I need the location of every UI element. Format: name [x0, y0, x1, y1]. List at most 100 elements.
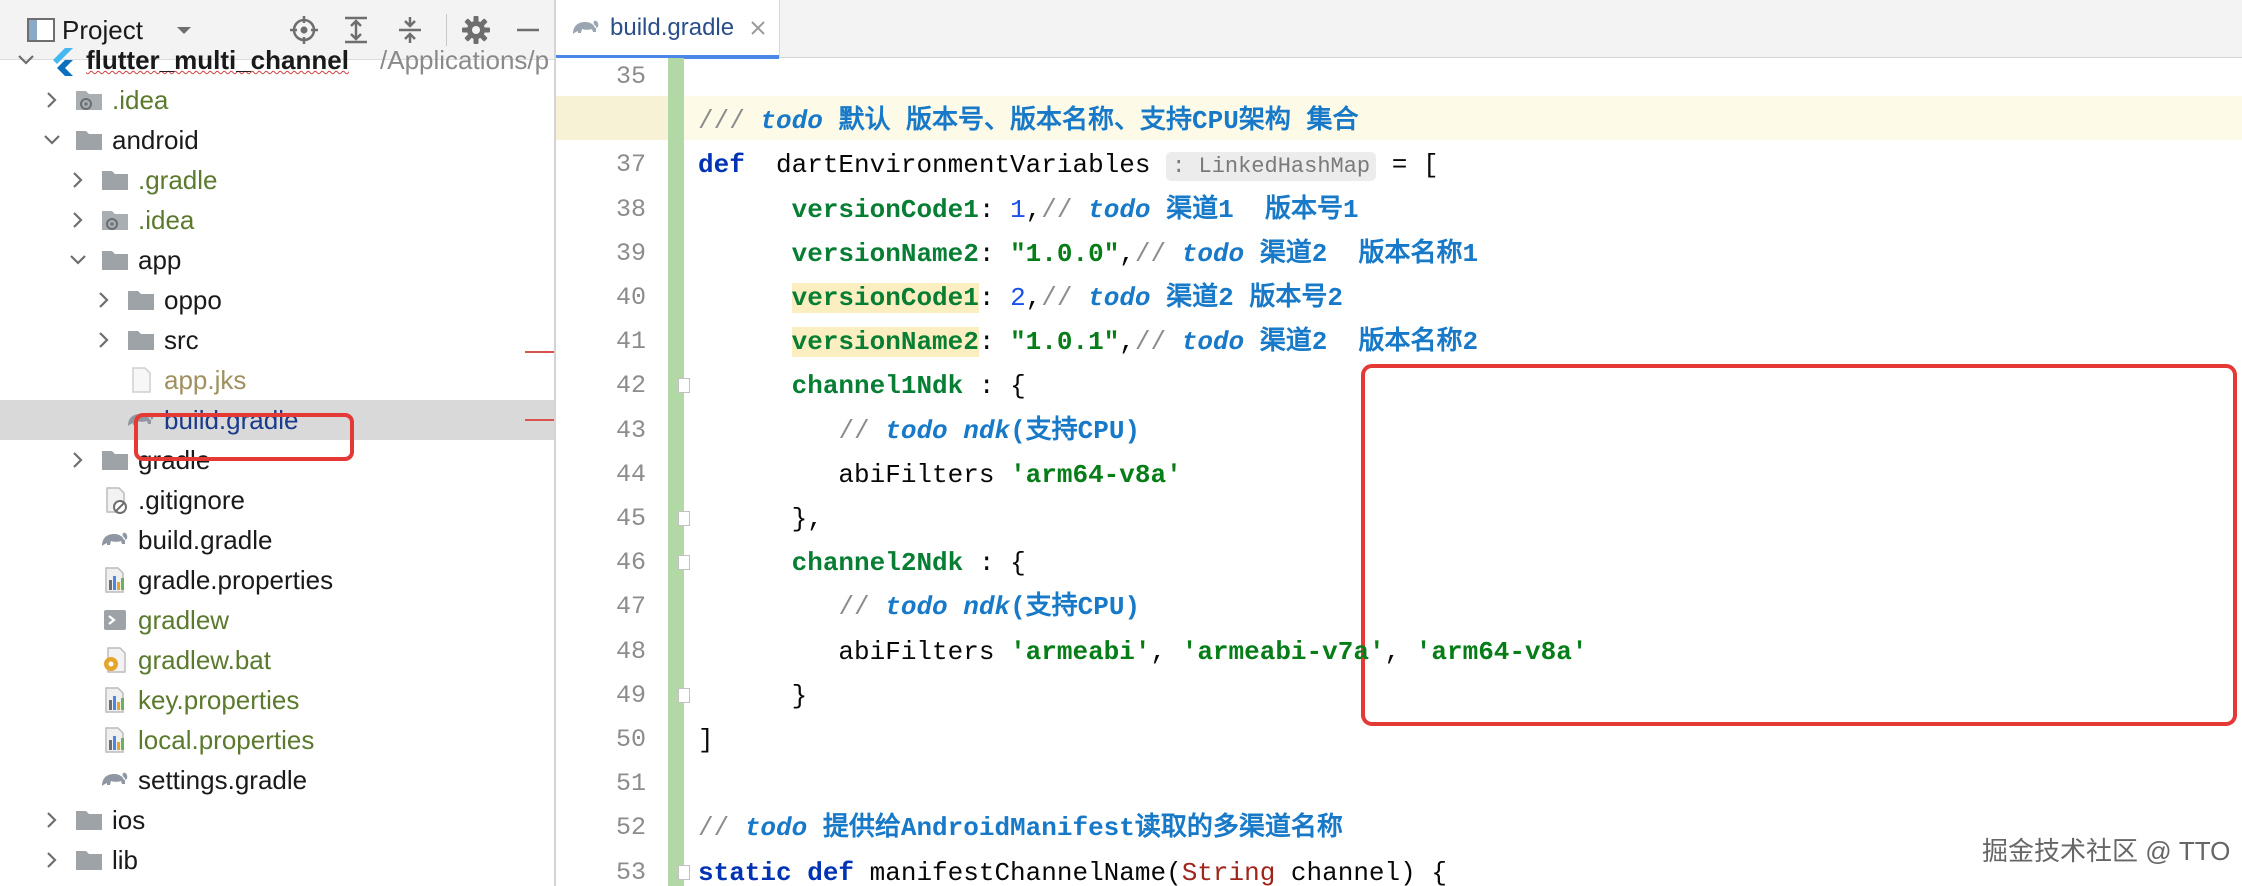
line-number: 35 [615, 62, 646, 91]
code-line[interactable]: ] [698, 718, 714, 762]
tree-item-gradle-properties[interactable]: gradle.properties [0, 560, 554, 600]
tree-item-flutter-multi-channel[interactable]: flutter_multi_channel/Applications/p [0, 40, 554, 80]
tree-item-label: build.gradle [138, 525, 273, 555]
tree-item-gitignore[interactable]: .gitignore [0, 480, 554, 520]
chevron-right-icon[interactable] [94, 290, 114, 310]
tree-item-idea[interactable]: .idea [0, 200, 554, 240]
code-token: , [1384, 636, 1416, 667]
code-line[interactable]: abiFilters 'arm64-v8a' [698, 453, 1181, 497]
fold-marker-icon[interactable] [678, 687, 690, 703]
tree-item-local-properties[interactable]: local.properties [0, 720, 554, 760]
tree-item-gradle[interactable]: .gradle [0, 160, 554, 200]
code-line[interactable]: channel2Ndk : { [698, 541, 1026, 585]
tree-item-app-jks[interactable]: app.jks [0, 360, 554, 400]
tree-item-label: android [112, 125, 199, 155]
tree-item-ios[interactable]: ios [0, 800, 554, 840]
code-line[interactable]: }, [698, 497, 823, 541]
chevron-down-icon[interactable] [68, 250, 88, 270]
tree-item-gradlew-bat[interactable]: gradlew.bat [0, 640, 554, 680]
code-token: todo [1088, 283, 1151, 313]
tree-item-build-gradle[interactable]: build.gradle [0, 520, 554, 560]
close-icon[interactable] [748, 18, 768, 43]
tree-item-app[interactable]: app [0, 240, 554, 280]
tree-item-lib[interactable]: lib [0, 840, 554, 880]
code-line[interactable]: versionCode1: 1,// todo 渠道1 版本号1 [698, 188, 1359, 232]
code-token: String [1181, 857, 1276, 886]
code-line[interactable]: // todo ndk(支持CPU) [698, 409, 1140, 453]
tree-item-android[interactable]: android [0, 120, 554, 160]
code-token: channel2Ndk [791, 548, 964, 579]
line-number: 40 [615, 283, 646, 312]
tree-item-label: src [164, 325, 199, 355]
chevron-down-icon[interactable] [42, 130, 62, 150]
chevron-right-icon[interactable] [94, 330, 114, 350]
code-token: 提供给AndroidManifest读取的多渠道名称 [807, 813, 1343, 844]
tree-item-label: local.properties [138, 725, 315, 755]
folder-icon [74, 806, 104, 834]
code-token: , [1119, 238, 1135, 269]
line-number: 47 [615, 592, 646, 622]
flutter-logo-icon [48, 46, 78, 76]
tree-item-label: flutter_multi_channel [86, 45, 349, 75]
folder-icon [100, 246, 130, 274]
code-token: 2 [1010, 283, 1026, 313]
gradle-icon [570, 16, 600, 45]
code-line[interactable]: // todo ndk(支持CPU) [698, 585, 1140, 629]
code-token: channel) { [1275, 857, 1447, 886]
code-line[interactable]: static def manifestChannelName(String ch… [698, 851, 1447, 886]
tree-item-idea[interactable]: .idea [0, 80, 554, 120]
code-token: 1 [1010, 194, 1026, 225]
chevron-right-icon[interactable] [42, 850, 62, 870]
tree-item-label: gradlew.bat [138, 645, 271, 675]
chevron-right-icon[interactable] [42, 90, 62, 110]
code-token: // [838, 415, 886, 446]
chevron-right-icon[interactable] [68, 210, 88, 230]
code-line[interactable]: abiFilters 'armeabi', 'armeabi-v7a', 'ar… [698, 630, 1587, 674]
code-token: manifestChannelName( [854, 857, 1182, 886]
chevron-right-icon[interactable] [68, 170, 88, 190]
code-line[interactable]: /// todo 默认 版本号、版本名称、支持CPU架构 集合 [698, 99, 1358, 143]
chevron-down-icon[interactable] [16, 50, 36, 70]
tree-item-src[interactable]: src [0, 320, 554, 360]
tree-item-oppo[interactable]: oppo [0, 280, 554, 320]
tree-item-settings-gradle[interactable]: settings.gradle [0, 760, 554, 800]
project-path: /Applications/p [380, 45, 550, 75]
tree-item-gradlew[interactable]: gradlew [0, 600, 554, 640]
code-token: } [698, 680, 808, 711]
code-token: "1.0.0" [1010, 238, 1120, 269]
code-line[interactable]: } [698, 674, 808, 718]
code-line[interactable]: versionName2: "1.0.0",// todo 渠道2 版本名称1 [698, 232, 1479, 276]
line-number: 53 [615, 857, 646, 886]
code-token: , [1025, 194, 1042, 225]
code-token: def [698, 150, 745, 181]
code-token: static def [698, 857, 855, 886]
tree-item-key-properties[interactable]: key.properties [0, 680, 554, 720]
code-line[interactable]: // todo 提供给AndroidManifest读取的多渠道名称 [698, 806, 1343, 850]
code-token: 'armeabi-v7a' [1181, 636, 1385, 667]
fold-marker-icon[interactable] [678, 555, 690, 571]
code-token: abiFilters [698, 636, 1011, 667]
code-token: : { [963, 371, 1026, 402]
chevron-right-icon[interactable] [42, 810, 62, 830]
project-tree: flutter_multi_channel/Applications/p .ide… [0, 45, 554, 886]
line-number: 46 [615, 548, 646, 578]
folder-icon [100, 446, 130, 474]
tab-build-gradle[interactable]: build.gradle [556, 0, 780, 59]
fold-marker-icon[interactable] [678, 511, 690, 526]
code-token: todo ndk [885, 415, 1011, 446]
code-token: : [978, 194, 1011, 225]
chevron-right-icon[interactable] [68, 450, 88, 470]
code-line[interactable]: versionName2: "1.0.1",// todo 渠道2 版本名称2 [698, 320, 1478, 364]
fold-marker-icon[interactable] [678, 864, 690, 880]
code-line[interactable]: channel1Ndk : { [698, 364, 1026, 408]
code-line[interactable]: versionCode1: 2,// todo 渠道2 版本号2 [698, 276, 1343, 320]
fold-marker-icon[interactable] [678, 378, 690, 394]
tree-item-label: .idea [112, 85, 169, 115]
code-token: todo [760, 106, 823, 137]
code-line[interactable]: def dartEnvironmentVariables : LinkedHas… [698, 143, 1439, 187]
code-token: }, [698, 504, 823, 534]
